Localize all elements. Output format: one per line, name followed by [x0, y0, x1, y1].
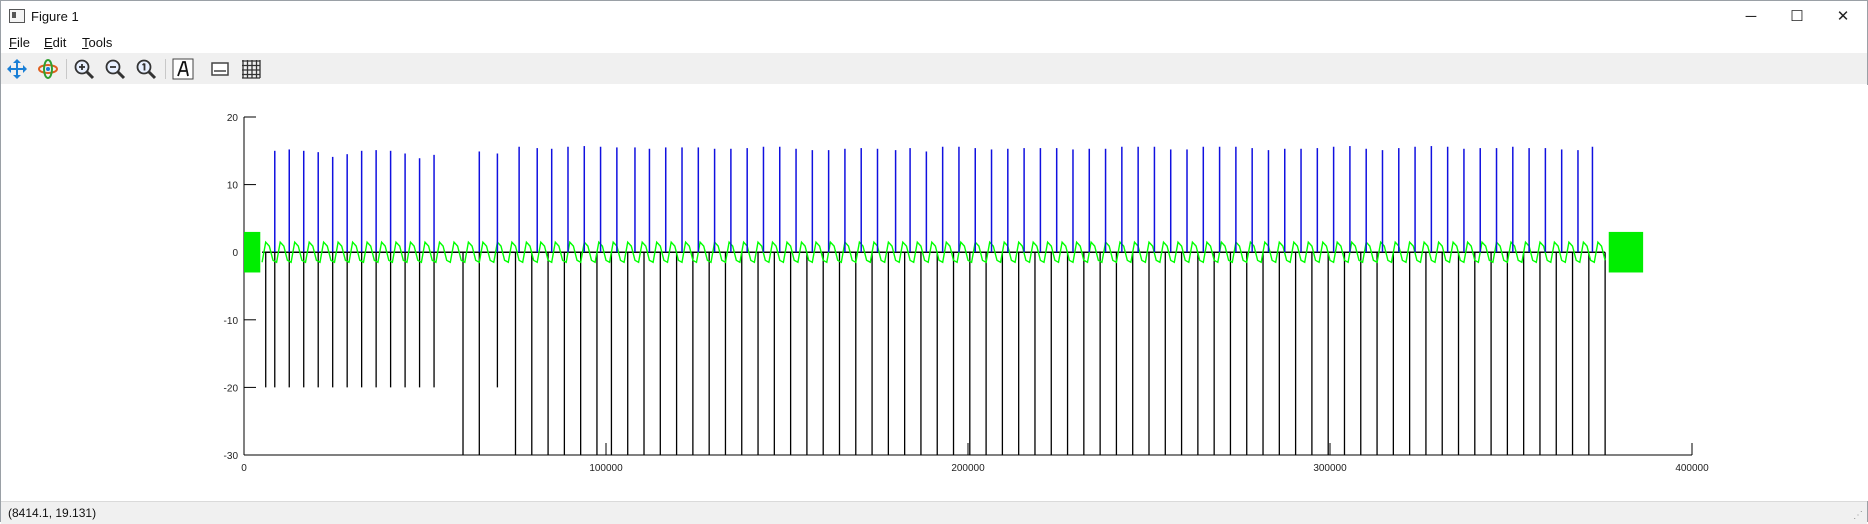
close-button[interactable]: ✕ [1820, 1, 1866, 31]
maximize-button[interactable]: ☐ [1774, 1, 1820, 31]
green-marker [1608, 231, 1644, 273]
resize-grip-icon[interactable]: ⋰ [1853, 510, 1863, 521]
y-tick-label: -10 [224, 316, 239, 327]
zoom-out-button[interactable] [103, 57, 127, 81]
rotate-button[interactable] [36, 57, 60, 81]
app-icon [9, 9, 25, 23]
status-bar: (8414.1, 19.131) ⋰ [1, 501, 1867, 524]
zoom-reset-icon [136, 59, 157, 80]
plot-canvas[interactable]: 20 10 0 -10 -20 -30 0 100000 200000 300000 400000 [2, 85, 1868, 501]
y-tick-label: 10 [227, 181, 239, 192]
x-tick-label: 0 [241, 463, 247, 474]
x-tick-label: 300000 [1313, 463, 1347, 474]
zoom-in-icon [74, 59, 95, 80]
zoom-out-icon [105, 59, 126, 80]
menu-file[interactable]: File [9, 35, 30, 50]
plot-svg[interactable]: 20100-10-20-300 100000 200000 300000 400000 [2, 85, 1868, 501]
toolbar-separator [165, 59, 166, 79]
grid-icon [242, 60, 261, 79]
cursor-coordinates: (8414.1, 19.131) [8, 506, 97, 520]
text-button[interactable] [171, 57, 195, 81]
zoom-in-button[interactable] [72, 57, 96, 81]
rotate-icon [38, 59, 58, 79]
figure-window: Figure 1 ─ ☐ ✕ File Edit Tools 20 10 0 -… [0, 0, 1868, 524]
x-tick-label: 200000 [951, 463, 985, 474]
window-title: Figure 1 [31, 9, 79, 24]
x-tick-label: 400000 [1675, 463, 1709, 474]
title-bar[interactable]: Figure 1 ─ ☐ ✕ [1, 1, 1867, 31]
toolbar-separator [66, 59, 67, 79]
pan-button[interactable] [5, 57, 29, 81]
x-tick-label: 100000 [589, 463, 623, 474]
menu-edit[interactable]: Edit [44, 35, 66, 50]
y-tick-label: -20 [224, 383, 239, 394]
minimize-button[interactable]: ─ [1728, 1, 1774, 31]
menu-file-mnemonic: F [9, 35, 17, 50]
green-marker [244, 231, 261, 273]
menu-tools-label: ools [88, 35, 113, 50]
zoom-reset-button[interactable] [134, 57, 158, 81]
menu-edit-label: dit [52, 35, 67, 50]
menu-bar: File Edit Tools [1, 31, 1867, 53]
menu-file-label: ile [16, 35, 30, 50]
y-tick-label: 0 [232, 248, 238, 259]
menu-edit-mnemonic: E [44, 35, 53, 50]
toolbar [1, 53, 1867, 84]
y-tick-label: -30 [224, 451, 239, 462]
text-icon [172, 58, 194, 80]
menu-tools[interactable]: Tools [82, 35, 112, 50]
grid-button[interactable] [239, 57, 263, 81]
pan-icon [7, 59, 27, 79]
legend-button[interactable] [208, 57, 232, 81]
y-tick-label: 20 [227, 113, 239, 124]
legend-icon [211, 62, 229, 76]
